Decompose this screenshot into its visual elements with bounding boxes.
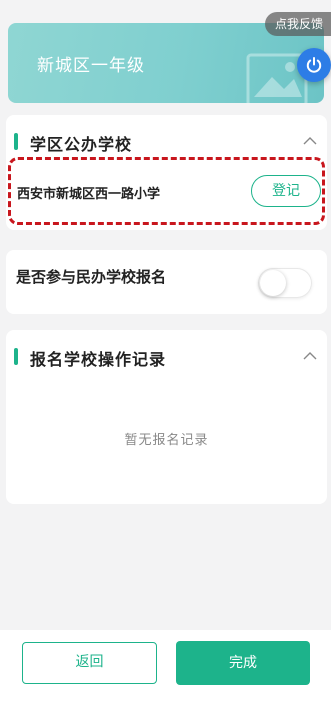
bottom-action-bar: 返回 完成 xyxy=(0,630,331,704)
feedback-button[interactable]: 点我反馈 xyxy=(265,12,331,36)
records-title: 报名学校操作记录 xyxy=(30,350,167,369)
private-school-toggle[interactable] xyxy=(258,268,312,298)
back-button[interactable]: 返回 xyxy=(22,642,157,684)
toggle-knob xyxy=(260,270,286,296)
power-button[interactable] xyxy=(297,48,331,82)
records-empty-text: 暂无报名记录 xyxy=(124,433,209,448)
public-school-card: 学区公办学校 西安市新城区西一路小学 登记 xyxy=(6,115,327,230)
done-button[interactable]: 完成 xyxy=(176,641,310,685)
registration-page: 新城区一年级 点我反馈 学区公办学校 西安市新城区西一路小学 登记 是否参与民办… xyxy=(0,0,331,704)
private-school-card: 是否参与民办学校报名 xyxy=(6,250,327,314)
school-row: 西安市新城区西一路小学 登记 xyxy=(8,157,325,225)
section-accent-bar xyxy=(14,133,18,150)
records-card: 报名学校操作记录 暂无报名记录 xyxy=(6,330,327,504)
section-accent-bar xyxy=(14,348,18,365)
public-school-title: 学区公办学校 xyxy=(30,135,133,154)
chevron-up-icon[interactable] xyxy=(303,136,317,146)
banner-title: 新城区一年级 xyxy=(37,56,145,76)
power-icon xyxy=(306,57,322,73)
records-header[interactable]: 报名学校操作记录 xyxy=(6,330,327,370)
private-school-label: 是否参与民办学校报名 xyxy=(16,268,167,286)
register-button[interactable]: 登记 xyxy=(251,175,321,207)
chevron-up-icon[interactable] xyxy=(303,351,317,361)
public-school-header[interactable]: 学区公办学校 xyxy=(6,115,327,155)
school-name: 西安市新城区西一路小学 xyxy=(17,187,161,202)
